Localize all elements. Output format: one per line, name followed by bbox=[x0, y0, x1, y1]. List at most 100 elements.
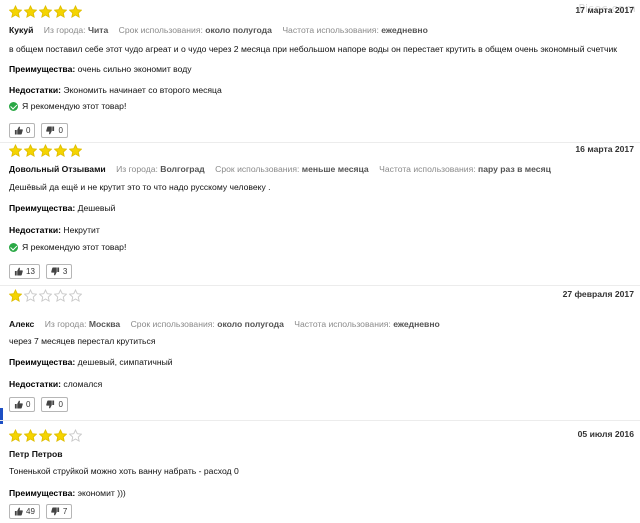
usage-period-label: Срок использования: bbox=[215, 164, 300, 174]
vote-buttons: 0 0 bbox=[9, 123, 68, 138]
thumb-up-icon bbox=[14, 126, 23, 135]
star-empty-icon bbox=[69, 429, 82, 442]
star-filled-icon bbox=[24, 429, 37, 442]
star-empty-icon bbox=[24, 289, 37, 302]
city-label: Из города: bbox=[116, 164, 158, 174]
city-label: Из города: bbox=[44, 319, 87, 329]
thumb-down-icon bbox=[51, 507, 60, 516]
star-filled-icon bbox=[69, 144, 82, 157]
rating-stars bbox=[9, 5, 84, 19]
recommend-text: Я рекомендую этот товар! bbox=[22, 242, 127, 252]
cons-label: Недостатки: bbox=[9, 225, 61, 235]
review-pros: Преимущества: очень сильно экономит воду bbox=[9, 64, 192, 74]
review-card: 27 февраля 2017 Алекс Из города: Москва … bbox=[0, 289, 640, 421]
thumb-up-count: 0 bbox=[26, 400, 31, 409]
city-value: Волгоград bbox=[160, 164, 205, 174]
usage-freq-value: ежедневно bbox=[381, 25, 428, 35]
review-date: 05 июля 2016 bbox=[577, 429, 634, 439]
rating-stars bbox=[9, 144, 84, 158]
review-meta: Алекс Из города: Москва Срок использован… bbox=[9, 319, 440, 329]
review-pros: Преимущества: Дешевый bbox=[9, 203, 115, 213]
thumb-down-count: 0 bbox=[58, 400, 63, 409]
city-label: Из города: bbox=[43, 25, 86, 35]
review-cons: Недостатки: сломался bbox=[9, 379, 102, 389]
thumb-down-button[interactable]: 0 bbox=[41, 397, 68, 412]
rating-stars bbox=[9, 289, 84, 303]
review-text: Тоненькой струйкой можно хоть ванну набр… bbox=[9, 466, 239, 476]
star-filled-icon bbox=[9, 289, 22, 302]
star-empty-icon bbox=[39, 289, 52, 302]
review-author[interactable]: Довольный Отзывами bbox=[9, 164, 106, 174]
pros-value: экономит ))) bbox=[77, 488, 126, 498]
review-author[interactable]: Алекс bbox=[9, 319, 34, 329]
thumb-down-button[interactable]: 0 bbox=[41, 123, 68, 138]
thumb-down-count: 0 bbox=[58, 126, 63, 135]
review-date: 17 марта 2017 bbox=[575, 5, 634, 15]
review-meta: Довольный Отзывами Из города: Волгоград … bbox=[9, 164, 551, 174]
thumb-down-button[interactable]: 3 bbox=[45, 264, 73, 279]
review-pros: Преимущества: дешевый, симпатичный bbox=[9, 357, 173, 367]
review-text: Дешёвый да ещё и не крутит это то что на… bbox=[9, 182, 271, 192]
review-text: в общем поставил себе этот чудо агреат и… bbox=[9, 44, 618, 54]
thumb-up-count: 13 bbox=[26, 267, 35, 276]
check-icon bbox=[9, 101, 18, 111]
cons-value: сломался bbox=[63, 379, 103, 389]
pros-value: очень сильно экономит воду bbox=[77, 64, 192, 74]
thumb-down-count: 3 bbox=[62, 267, 68, 276]
thumb-up-button[interactable]: 0 bbox=[9, 123, 36, 138]
star-filled-icon bbox=[54, 144, 67, 157]
recommend-note: Я рекомендую этот товар! bbox=[9, 101, 126, 111]
pros-value: дешевый, симпатичный bbox=[77, 357, 173, 367]
usage-freq-label: Частота использования: bbox=[379, 164, 476, 174]
vote-buttons: 49 7 bbox=[9, 504, 73, 519]
review-author[interactable]: Кукуй bbox=[9, 25, 33, 35]
usage-freq-value: ежедневно bbox=[393, 319, 440, 329]
recommend-note: Я рекомендую этот товар! bbox=[9, 242, 126, 252]
thumb-down-button[interactable]: 7 bbox=[45, 504, 73, 519]
review-date: 27 февраля 2017 bbox=[562, 289, 634, 299]
star-empty-icon bbox=[69, 289, 82, 302]
thumb-up-icon bbox=[14, 267, 23, 276]
pros-label: Преимущества: bbox=[9, 203, 76, 213]
thumb-up-button[interactable]: 49 bbox=[9, 504, 40, 519]
usage-period-value: около полугода bbox=[205, 25, 272, 35]
star-filled-icon bbox=[24, 144, 37, 157]
thumb-up-icon bbox=[14, 400, 23, 409]
thumb-up-icon bbox=[14, 507, 23, 516]
cons-value: Экономить начинает со второго месяца bbox=[63, 85, 222, 95]
thumb-up-count: 0 bbox=[26, 126, 31, 135]
thumb-down-icon bbox=[46, 400, 55, 409]
cons-value: Некрутит bbox=[63, 225, 100, 235]
star-filled-icon bbox=[54, 5, 67, 18]
thumb-up-button[interactable]: 13 bbox=[9, 264, 40, 279]
review-card: 17 марта 2017 Кукуй Из города: Чита Срок… bbox=[0, 5, 640, 143]
check-icon bbox=[9, 242, 18, 252]
pros-label: Преимущества: bbox=[9, 488, 76, 498]
thumb-down-icon bbox=[51, 267, 60, 276]
star-empty-icon bbox=[54, 289, 67, 302]
cons-label: Недостатки: bbox=[9, 379, 61, 389]
star-filled-icon bbox=[39, 429, 52, 442]
star-filled-icon bbox=[9, 144, 22, 157]
vote-buttons: 0 0 bbox=[9, 397, 68, 412]
review-text: через 7 месяцев перестал крутиться bbox=[9, 336, 156, 346]
thumb-up-count: 49 bbox=[26, 507, 35, 516]
review-date: 16 марта 2017 bbox=[575, 144, 634, 154]
star-filled-icon bbox=[39, 5, 52, 18]
review-cons: Недостатки: Некрутит bbox=[9, 225, 100, 235]
review-card: 05 июля 2016 Петр Петров Тоненькой струй… bbox=[0, 429, 640, 523]
review-meta: Кукуй Из города: Чита Срок использования… bbox=[9, 25, 428, 35]
usage-period-value: меньше месяца bbox=[301, 164, 369, 174]
usage-period-label: Срок использования: bbox=[130, 319, 215, 329]
thumb-up-button[interactable]: 0 bbox=[9, 397, 36, 412]
review-cons: Недостатки: Экономить начинает со второг… bbox=[9, 85, 222, 95]
review-author[interactable]: Петр Петров bbox=[9, 449, 63, 459]
city-value: Чита bbox=[87, 25, 109, 35]
cons-label: Недостатки: bbox=[9, 85, 61, 95]
review-pros: Преимущества: экономит ))) bbox=[9, 488, 126, 498]
star-filled-icon bbox=[39, 144, 52, 157]
usage-freq-label: Частота использования: bbox=[282, 25, 379, 35]
star-filled-icon bbox=[54, 429, 67, 442]
review-card: 16 марта 2017 Довольный Отзывами Из горо… bbox=[0, 144, 640, 286]
star-filled-icon bbox=[9, 429, 22, 442]
